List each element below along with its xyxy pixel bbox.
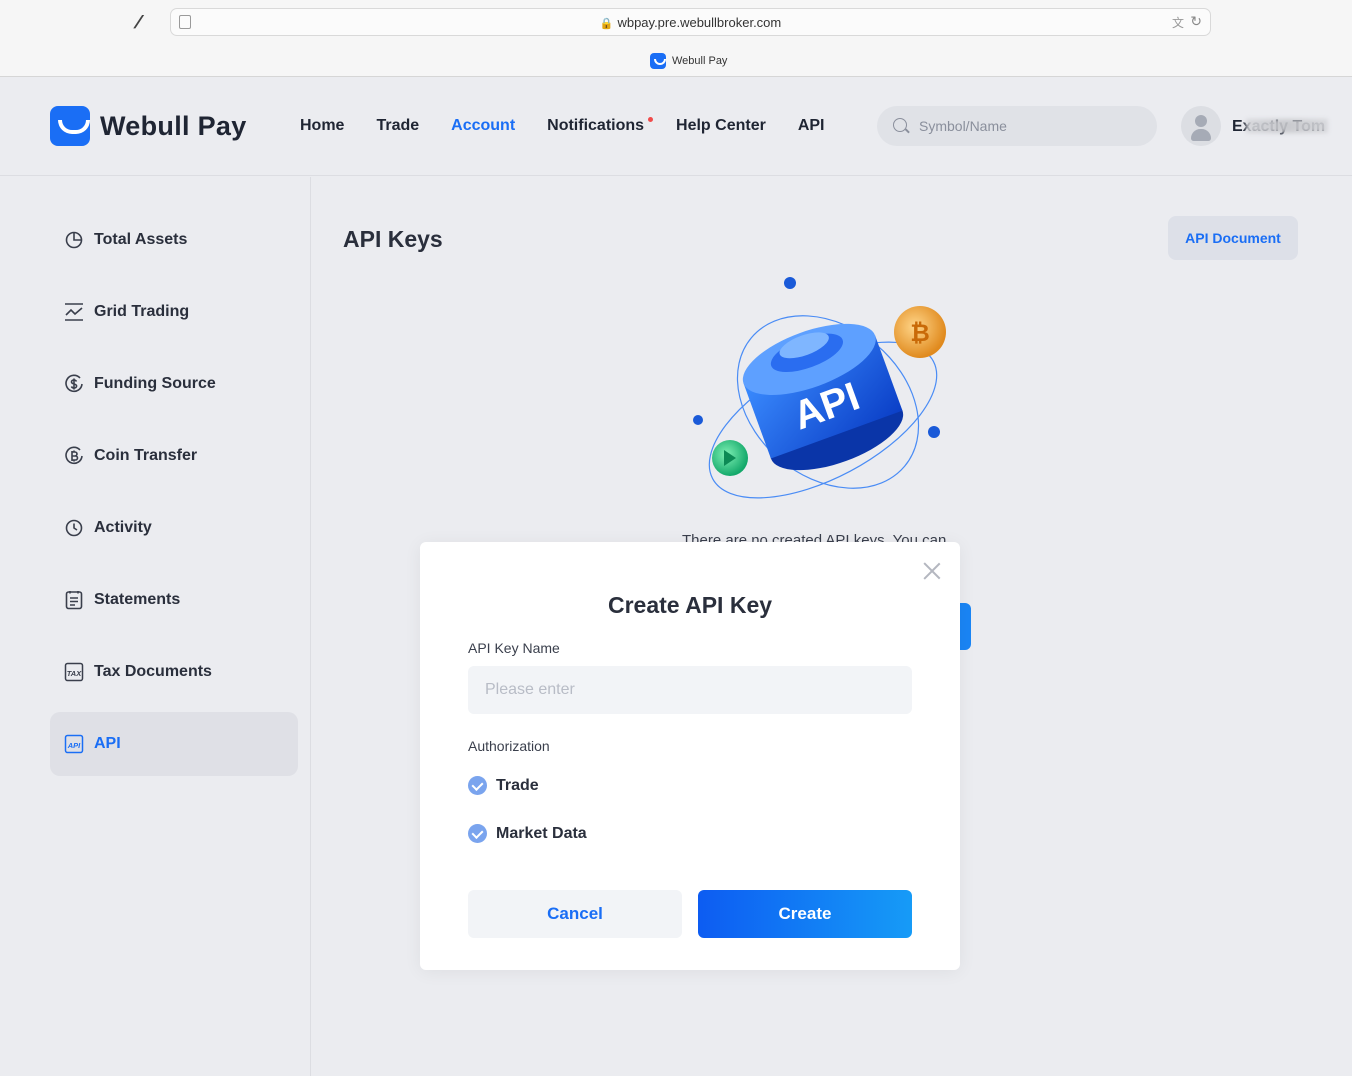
market-data-checkbox[interactable] <box>468 824 487 843</box>
browser-tab[interactable]: Webull Pay <box>650 53 727 69</box>
pie-chart-icon <box>64 230 84 250</box>
sidebar-item-label: Grid Trading <box>94 303 190 320</box>
nav-home[interactable]: Home <box>300 117 344 135</box>
url-text: wbpay.pre.webullbroker.com <box>617 15 782 30</box>
search-icon <box>893 118 907 132</box>
sidebar-item-tax-documents[interactable]: TAX Tax Documents <box>50 640 298 704</box>
sidebar-item-api[interactable]: API API <box>50 712 298 776</box>
sidebar-item-label: Total Assets <box>94 231 188 248</box>
webull-favicon-icon <box>650 53 666 69</box>
sidebar-item-label: Funding Source <box>94 375 216 392</box>
sidebar-item-grid-trading[interactable]: Grid Trading <box>50 280 298 344</box>
grid-trading-icon <box>64 302 84 322</box>
svg-text:API: API <box>67 741 81 750</box>
cancel-button[interactable]: Cancel <box>468 890 682 938</box>
brand-logo[interactable]: Webull Pay <box>50 106 247 146</box>
brand-name: Webull Pay <box>100 110 247 141</box>
trade-checkbox-row[interactable]: Trade <box>468 776 539 795</box>
api-document-button[interactable]: API Document <box>1168 216 1298 260</box>
address-bar[interactable]: 🔒 wbpay.pre.webullbroker.com 文 ↻ <box>170 8 1211 36</box>
clock-icon <box>64 518 84 538</box>
nav-account[interactable]: Account <box>451 117 515 135</box>
api-key-name-input[interactable] <box>468 666 912 714</box>
authorization-label: Authorization <box>468 738 550 754</box>
sidebar-item-label: Statements <box>94 591 181 608</box>
reload-icon[interactable]: ↻ <box>1190 13 1202 30</box>
top-nav: Home Trade Account Notifications Help Ce… <box>300 117 825 135</box>
sidebar-item-coin-transfer[interactable]: Coin Transfer <box>50 424 298 488</box>
market-data-checkbox-row[interactable]: Market Data <box>468 824 587 843</box>
dollar-cycle-icon <box>64 374 84 394</box>
nav-trade[interactable]: Trade <box>376 117 419 135</box>
market-data-checkbox-label: Market Data <box>496 824 587 842</box>
notification-dot <box>648 117 654 122</box>
trade-checkbox-label: Trade <box>496 776 539 794</box>
api-key-name-label: API Key Name <box>468 640 560 656</box>
search-input[interactable] <box>919 106 1139 146</box>
sidebar: Total Assets Grid Trading Funding Source… <box>0 177 311 1076</box>
sidebar-item-label: Coin Transfer <box>94 447 198 464</box>
sidebar-item-funding-source[interactable]: Funding Source <box>50 352 298 416</box>
tab-title: Webull Pay <box>672 55 728 67</box>
symbol-search[interactable] <box>877 106 1157 146</box>
sidebar-item-label: API <box>94 735 121 752</box>
browser-chrome: / 🔒 wbpay.pre.webullbroker.com 文 ↻ Webull… <box>0 0 1352 77</box>
create-button[interactable]: Create <box>698 890 912 938</box>
avatar[interactable] <box>1181 106 1221 146</box>
bitcoin-cycle-icon <box>64 446 84 466</box>
page-title: API Keys <box>343 226 443 252</box>
create-api-key-modal: Create API Key API Key Name Authorizatio… <box>420 542 960 970</box>
sidebar-item-label: Activity <box>94 519 152 536</box>
nav-notifications[interactable]: Notifications <box>547 117 654 135</box>
sidebar-item-activity[interactable]: Activity <box>50 496 298 560</box>
svg-text:TAX: TAX <box>67 669 82 678</box>
tax-icon: TAX <box>64 662 84 682</box>
translate-icon[interactable]: 文 <box>1172 14 1184 31</box>
api-icon: API <box>64 734 84 754</box>
app-header: Webull Pay Home Trade Account Notificati… <box>0 77 1352 176</box>
modal-title: Create API Key <box>607 592 773 618</box>
sidebar-item-label: Tax Documents <box>94 663 212 680</box>
nav-api[interactable]: API <box>798 117 825 135</box>
svg-text:₿: ₿ <box>910 320 930 347</box>
username-redaction <box>1246 119 1328 133</box>
document-icon <box>64 590 84 610</box>
nav-help-center[interactable]: Help Center <box>676 117 766 135</box>
sidebar-item-statements[interactable]: Statements <box>50 568 298 632</box>
api-illustration: API ₿ <box>693 277 946 499</box>
webull-logo-icon <box>50 106 90 146</box>
trade-checkbox[interactable] <box>468 776 487 795</box>
sidebar-item-total-assets[interactable]: Total Assets <box>50 208 298 272</box>
lock-icon: 🔒 <box>599 18 614 30</box>
nav-notifications-label: Notifications <box>547 117 645 134</box>
sidebar-toggle-icon[interactable]: / <box>131 12 160 32</box>
close-icon[interactable] <box>922 560 942 580</box>
